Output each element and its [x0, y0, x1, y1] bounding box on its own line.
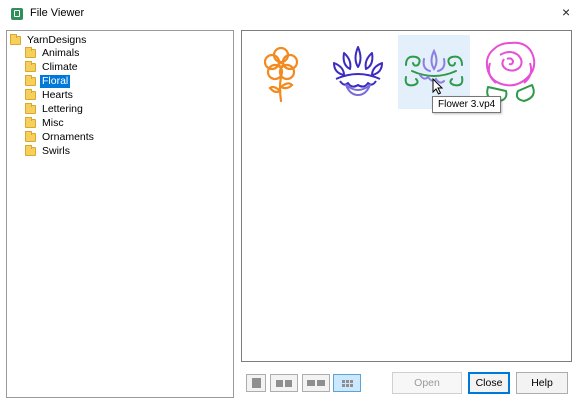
file-viewer-app-icon — [11, 8, 23, 20]
folder-icon — [25, 61, 36, 72]
folder-icon — [25, 75, 36, 86]
tree-item-hearts[interactable]: Hearts — [25, 89, 75, 102]
wide-view-icon — [307, 380, 325, 386]
single-view-button[interactable] — [246, 374, 266, 392]
two-up-view-icon — [276, 379, 292, 387]
folder-icon — [25, 131, 36, 142]
folder-tree[interactable]: YarnDesigns Animals Climate Floral Heart… — [6, 30, 234, 398]
folder-icon — [25, 47, 36, 58]
tree-item-ornaments[interactable]: Ornaments — [25, 131, 96, 144]
tree-item-label: Lettering — [42, 103, 83, 115]
window-title: File Viewer — [30, 7, 85, 19]
tree-item-label: YarnDesigns — [27, 34, 87, 46]
tree-item-label: Animals — [42, 47, 80, 59]
folder-icon — [25, 89, 36, 100]
window-close-button[interactable]: × — [562, 3, 572, 21]
grid-view-icon — [341, 379, 353, 387]
folder-icon — [25, 117, 36, 128]
tree-item-climate[interactable]: Climate — [25, 61, 80, 74]
tree-item-misc[interactable]: Misc — [25, 117, 66, 130]
orange-flower-icon — [263, 46, 299, 103]
help-button[interactable]: Help — [516, 372, 568, 394]
folder-icon — [10, 34, 21, 45]
folder-icon — [25, 145, 36, 156]
tree-item-animals[interactable]: Animals — [25, 47, 81, 60]
close-button[interactable]: Close — [468, 372, 510, 394]
tree-item-swirls[interactable]: Swirls — [25, 145, 72, 158]
mouse-pointer-icon — [432, 78, 444, 95]
open-button[interactable]: Open — [392, 372, 462, 394]
single-view-icon — [251, 378, 261, 388]
design-preview-pane[interactable]: Flower 3.vp4 — [241, 30, 572, 362]
tree-item-label: Misc — [42, 117, 64, 129]
folder-icon — [25, 103, 36, 114]
two-up-view-button[interactable] — [270, 374, 298, 392]
tree-item-label: Ornaments — [42, 131, 94, 143]
tree-item-label: Floral — [40, 75, 71, 88]
tree-item-label: Swirls — [42, 145, 70, 157]
tree-item-label: Climate — [42, 61, 78, 73]
blue-lotus-icon — [333, 46, 383, 96]
thumbnail-flower-2[interactable] — [322, 35, 394, 109]
thumbnail-flower-1[interactable] — [245, 35, 317, 109]
grid-view-button[interactable] — [333, 374, 361, 392]
wide-view-button[interactable] — [302, 374, 330, 392]
thumbnail-tooltip: Flower 3.vp4 — [432, 96, 502, 113]
title-bar: File Viewer × — [0, 0, 572, 27]
tree-item-lettering[interactable]: Lettering — [25, 103, 85, 116]
tree-item-label: Hearts — [42, 89, 73, 101]
tree-item-floral[interactable]: Floral — [25, 75, 71, 88]
tree-root-yarndesigns[interactable]: YarnDesigns — [10, 34, 88, 47]
